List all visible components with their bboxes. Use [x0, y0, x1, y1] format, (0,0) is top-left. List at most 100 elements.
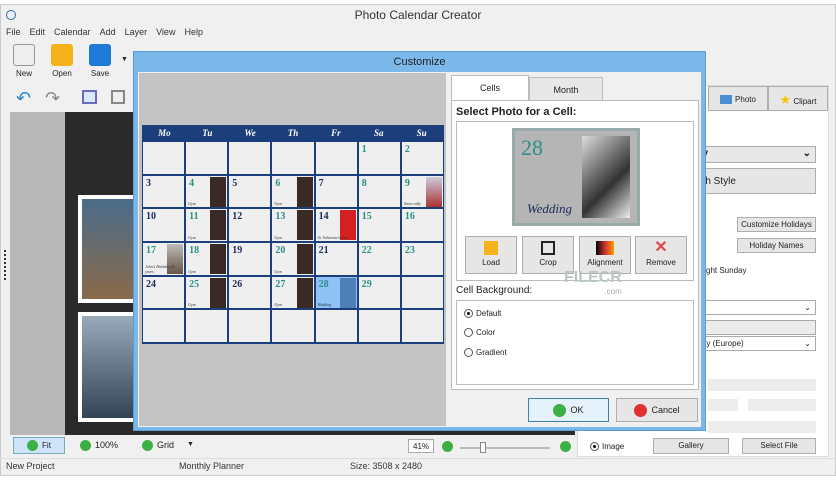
day-cell[interactable]: 5: [229, 175, 271, 208]
menu-add[interactable]: Add: [100, 27, 116, 41]
day-cell[interactable]: 14 St. Valentine's Day: [315, 209, 357, 241]
day-cell[interactable]: [272, 142, 314, 174]
week-start-select[interactable]: nday (Europe) ⌄: [688, 336, 816, 351]
day-cell[interactable]: 1: [358, 142, 400, 174]
gallery-button[interactable]: Gallery: [653, 438, 729, 454]
day-cell[interactable]: [315, 310, 357, 342]
day-cell[interactable]: 26: [229, 276, 271, 309]
month-style-button[interactable]: nth Style: [688, 168, 816, 194]
zoom-out-icon[interactable]: [442, 441, 457, 453]
ok-button[interactable]: OK: [528, 398, 609, 422]
menu-layer[interactable]: Layer: [125, 27, 148, 41]
tab-month[interactable]: Month: [529, 77, 603, 101]
grid-dropdown-icon[interactable]: ▼: [187, 441, 194, 448]
image-settings-icon[interactable]: [111, 90, 125, 104]
load-button[interactable]: Load: [465, 236, 517, 274]
menu-help[interactable]: Help: [184, 27, 203, 41]
status-project: New Project: [6, 461, 55, 471]
day-number: 8: [361, 177, 367, 189]
day-cell[interactable]: 18 Gym: [186, 242, 228, 275]
day-cell[interactable]: 23: [401, 242, 443, 275]
language-select[interactable]: lish⌄: [688, 300, 816, 315]
day-cell[interactable]: [229, 142, 271, 174]
day-cell[interactable]: 24: [143, 276, 185, 309]
day-cell[interactable]: 4 Gym: [186, 175, 228, 208]
background-default-radio[interactable]: Default: [464, 309, 501, 318]
day-cell[interactable]: 28 Wedding: [315, 276, 357, 309]
background-color-radio[interactable]: Color: [464, 328, 495, 337]
day-number: 1: [361, 144, 367, 155]
day-number: 4: [189, 177, 195, 189]
add-image-icon[interactable]: [82, 90, 97, 104]
zoom-level-field[interactable]: 41%: [408, 439, 434, 453]
holiday-names-button[interactable]: Holiday Names: [737, 238, 816, 253]
day-cell[interactable]: 9 Snow rally: [401, 175, 443, 208]
day-cell[interactable]: 13 Gym: [272, 209, 314, 241]
zoom-100-button[interactable]: 100%: [80, 440, 118, 452]
day-cell[interactable]: 29: [358, 276, 400, 309]
tab-photo[interactable]: Photo: [708, 86, 768, 111]
day-cell[interactable]: [401, 276, 443, 309]
day-cell[interactable]: 11 Gym: [186, 209, 228, 241]
day-cell[interactable]: 27 Gym: [272, 276, 314, 309]
redo-icon[interactable]: ↷: [45, 88, 60, 109]
menu-edit[interactable]: Edit: [30, 27, 46, 41]
day-cell[interactable]: [186, 310, 228, 342]
image-radio[interactable]: Image: [590, 442, 624, 451]
undo-icon[interactable]: ↶: [16, 88, 31, 109]
day-cell[interactable]: 22: [358, 242, 400, 275]
day-cell[interactable]: 20 Gym: [272, 242, 314, 275]
status-bar: New Project Monthly Planner Size: 3508 x…: [0, 458, 836, 472]
splitter-handle[interactable]: [4, 250, 8, 280]
zoom-in-icon[interactable]: [560, 441, 575, 453]
day-cell[interactable]: [186, 142, 228, 174]
day-cell[interactable]: [401, 310, 443, 342]
day-cell[interactable]: 2: [401, 142, 443, 174]
cancel-button[interactable]: Cancel: [616, 398, 698, 422]
menu-view[interactable]: View: [156, 27, 175, 41]
remove-button[interactable]: ✕ Remove: [635, 236, 687, 274]
month-select[interactable]: ary⌄: [688, 146, 816, 163]
day-cell[interactable]: 7: [315, 175, 357, 208]
new-button[interactable]: New: [7, 44, 41, 78]
weekday-sa: Sa: [373, 128, 384, 138]
cell-photo: [425, 176, 442, 207]
day-cell[interactable]: 12: [229, 209, 271, 241]
day-cell[interactable]: 19: [229, 242, 271, 275]
menu-calendar[interactable]: Calendar: [54, 27, 91, 41]
day-cell[interactable]: 21: [315, 242, 357, 275]
day-cell[interactable]: [358, 310, 400, 342]
customize-holidays-button[interactable]: Customize Holidays: [737, 217, 816, 232]
day-cell[interactable]: [143, 142, 185, 174]
save-button[interactable]: Save: [83, 44, 117, 78]
day-cell[interactable]: [143, 310, 185, 342]
day-cell[interactable]: 8: [358, 175, 400, 208]
day-cell[interactable]: [272, 310, 314, 342]
day-cell[interactable]: 17 John's Birthday 41 years: [143, 242, 185, 275]
highlight-sunday-checkbox-label[interactable]: ght Sunday: [706, 266, 746, 275]
grid-button[interactable]: Grid: [142, 440, 174, 452]
fit-button[interactable]: Fit: [13, 437, 65, 454]
save-dropdown-icon[interactable]: ▼: [121, 56, 128, 63]
zoom-slider-thumb[interactable]: [480, 442, 486, 453]
tab-clipart[interactable]: ★ Clipart: [768, 86, 828, 111]
cell-caption: Gym: [274, 268, 282, 274]
menu-file[interactable]: File: [6, 27, 21, 41]
preview-day: 28: [521, 135, 543, 160]
preview-caption: Wedding: [527, 201, 573, 216]
day-cell[interactable]: 25 Gym: [186, 276, 228, 309]
day-cell[interactable]: [229, 310, 271, 342]
day-cell[interactable]: [315, 142, 357, 174]
zoom-slider[interactable]: [460, 442, 550, 453]
day-cell[interactable]: 15: [358, 209, 400, 241]
background-gradient-radio[interactable]: Gradient: [464, 348, 507, 357]
day-cell[interactable]: 6 Gym: [272, 175, 314, 208]
tab-cells[interactable]: Cells: [451, 75, 529, 102]
select-file-button[interactable]: Select File: [742, 438, 816, 454]
cell-caption: Wedding: [317, 302, 332, 308]
open-button[interactable]: Open: [45, 44, 79, 78]
day-cell[interactable]: 16: [401, 209, 443, 241]
weekday-header: Mo Tu We Th Fr Sa Su: [143, 125, 443, 142]
day-cell[interactable]: 10: [143, 209, 185, 241]
day-cell[interactable]: 3: [143, 175, 185, 208]
